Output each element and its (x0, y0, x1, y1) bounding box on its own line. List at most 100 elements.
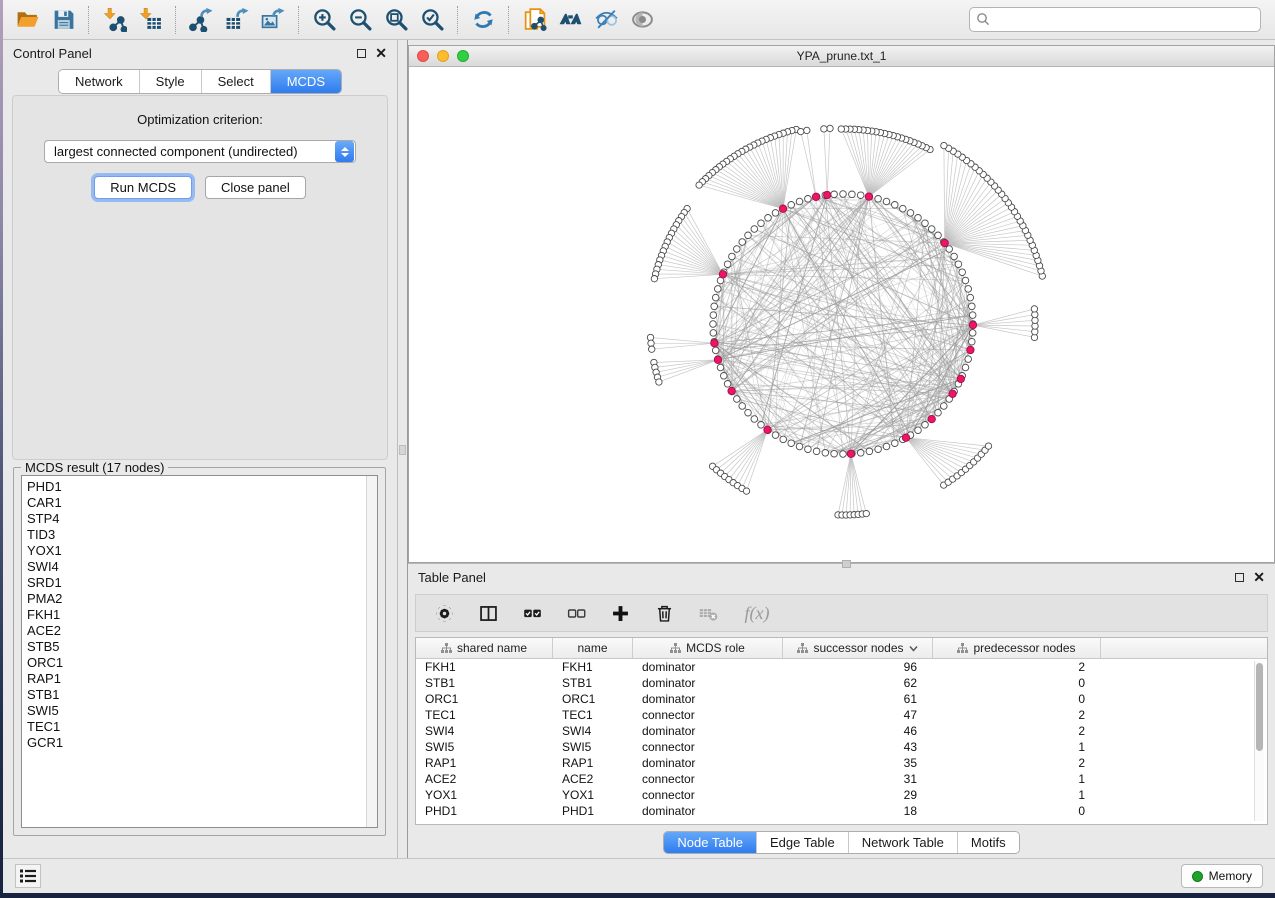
mcds-result-item[interactable]: CAR1 (22, 495, 377, 511)
run-mcds-button[interactable]: Run MCDS (94, 176, 192, 199)
export-table-button[interactable] (219, 4, 255, 36)
export-document-button[interactable] (516, 4, 552, 36)
mcds-result-item[interactable]: GCR1 (22, 735, 377, 751)
splitter-grip[interactable] (399, 445, 406, 455)
mcds-result-item[interactable]: STB1 (22, 687, 377, 703)
trash-button[interactable] (652, 601, 676, 625)
table-panel-grip[interactable] (842, 560, 851, 568)
mcds-result-item[interactable]: SWI5 (22, 703, 377, 719)
table-scrollbar[interactable] (1254, 661, 1264, 821)
column-header-name[interactable]: name (553, 638, 633, 658)
close-panel-icon[interactable]: ✕ (375, 48, 387, 58)
tab-edge-table[interactable]: Edge Table (756, 832, 848, 853)
export-image-button[interactable] (255, 4, 291, 36)
float-table-panel-icon[interactable] (1235, 573, 1244, 582)
binoculars-button[interactable] (552, 4, 588, 36)
save-floppy-button[interactable] (45, 4, 81, 36)
birdseye-button[interactable] (624, 4, 660, 36)
tab-style[interactable]: Style (139, 70, 201, 93)
mcds-result-item[interactable]: ACE2 (22, 623, 377, 639)
cell-predecessor-nodes: 2 (933, 660, 1101, 674)
tab-select[interactable]: Select (201, 70, 270, 93)
mcds-result-item[interactable]: TID3 (22, 527, 377, 543)
column-type-icon (670, 643, 681, 654)
table-row[interactable]: ACE2ACE2connector311 (416, 771, 1267, 787)
column-header-MCDS-role[interactable]: MCDS role (633, 638, 783, 658)
table-row[interactable]: ORC1ORC1dominator610 (416, 691, 1267, 707)
mcds-result-item[interactable]: SRD1 (22, 575, 377, 591)
table-row[interactable]: FKH1FKH1dominator962 (416, 659, 1267, 675)
close-panel-button[interactable]: Close panel (205, 176, 306, 199)
open-folder-button[interactable] (9, 4, 45, 36)
import-network-button[interactable] (96, 4, 132, 36)
table-scrollbar-thumb[interactable] (1256, 663, 1263, 751)
mcds-result-group: MCDS result (17 nodes) PHD1CAR1STP4TID3Y… (13, 467, 386, 836)
mcds-result-item[interactable]: ORC1 (22, 655, 377, 671)
gear-button[interactable] (432, 601, 456, 625)
import-table-button[interactable] (132, 4, 168, 36)
mcds-result-item[interactable]: RAP1 (22, 671, 377, 687)
import-table-icon (138, 7, 163, 32)
mcds-tab-content: Optimization criterion: largest connecte… (12, 95, 388, 460)
table-row[interactable]: SWI5SWI5connector431 (416, 739, 1267, 755)
mcds-result-item[interactable]: YOX1 (22, 543, 377, 559)
tab-network[interactable]: Network (59, 70, 139, 93)
add-button[interactable] (608, 601, 632, 625)
refresh-button[interactable] (465, 4, 501, 36)
vertical-splitter[interactable] (397, 40, 408, 858)
column-header-shared-name[interactable]: shared name (416, 638, 553, 658)
mcds-result-item[interactable]: SWI4 (22, 559, 377, 575)
cell-predecessor-nodes: 1 (933, 772, 1101, 786)
search-input[interactable] (969, 7, 1261, 32)
network-canvas[interactable] (409, 67, 1274, 562)
network-titlebar[interactable]: YPA_prune.txt_1 (409, 46, 1274, 67)
split-panel-button[interactable] (476, 601, 500, 625)
table-row[interactable]: PHD1PHD1dominator180 (416, 803, 1267, 819)
tab-network-table[interactable]: Network Table (848, 832, 957, 853)
float-panel-icon[interactable] (357, 49, 366, 58)
column-type-icon (797, 643, 808, 654)
zoom-out-button[interactable] (342, 4, 378, 36)
table-row[interactable]: TEC1TEC1connector472 (416, 707, 1267, 723)
mcds-result-item[interactable]: PMA2 (22, 591, 377, 607)
deselect-all-button[interactable] (564, 601, 588, 625)
zoom-selected-button[interactable] (414, 4, 450, 36)
cell-predecessor-nodes: 1 (933, 788, 1101, 802)
tab-motifs[interactable]: Motifs (957, 832, 1019, 853)
mcds-result-item[interactable]: STP4 (22, 511, 377, 527)
hide-glasses-button[interactable] (588, 4, 624, 36)
criterion-dropdown[interactable]: largest connected component (undirected) (44, 140, 356, 163)
table-row[interactable]: SWI4SWI4dominator462 (416, 723, 1267, 739)
table-row[interactable]: STB1STB1dominator620 (416, 675, 1267, 691)
table-row[interactable]: YOX1YOX1connector291 (416, 787, 1267, 803)
cell-shared-name: SWI4 (416, 724, 553, 738)
mcds-result-item[interactable]: STB5 (22, 639, 377, 655)
network-graph[interactable] (409, 67, 1274, 562)
column-header-predecessor-nodes[interactable]: predecessor nodes (933, 638, 1101, 658)
column-header-successor-nodes[interactable]: successor nodes (783, 638, 933, 658)
close-table-panel-icon[interactable]: ✕ (1253, 572, 1265, 582)
mcds-result-item[interactable]: FKH1 (22, 607, 377, 623)
select-all-button[interactable] (520, 601, 544, 625)
cell-successor-nodes: 31 (783, 772, 933, 786)
cell-MCDS-role: connector (633, 788, 783, 802)
tab-mcds[interactable]: MCDS (270, 70, 341, 93)
mcds-result-list[interactable]: PHD1CAR1STP4TID3YOX1SWI4SRD1PMA2FKH1ACE2… (21, 475, 378, 828)
export-document-icon (522, 7, 547, 32)
zoom-fit-button[interactable] (378, 4, 414, 36)
cell-name: YOX1 (553, 788, 633, 802)
export-network-button[interactable] (183, 4, 219, 36)
right-column: YPA_prune.txt_1 Table Panel ✕ f(x) share… (408, 40, 1275, 858)
control-panel-title: Control Panel (13, 46, 92, 61)
result-list-scrollbar[interactable] (366, 476, 377, 827)
mcds-result-item[interactable]: PHD1 (22, 479, 377, 495)
table-row[interactable]: RAP1RAP1dominator352 (416, 755, 1267, 771)
zoom-in-button[interactable] (306, 4, 342, 36)
trash-icon (654, 603, 675, 624)
memory-button[interactable]: Memory (1181, 864, 1263, 888)
mcds-result-item[interactable]: TEC1 (22, 719, 377, 735)
tab-node-table[interactable]: Node Table (664, 832, 756, 853)
toolbar-separator (298, 6, 299, 34)
task-history-button[interactable] (15, 864, 41, 888)
node-table[interactable]: shared namenameMCDS rolesuccessor nodesp… (415, 637, 1268, 825)
